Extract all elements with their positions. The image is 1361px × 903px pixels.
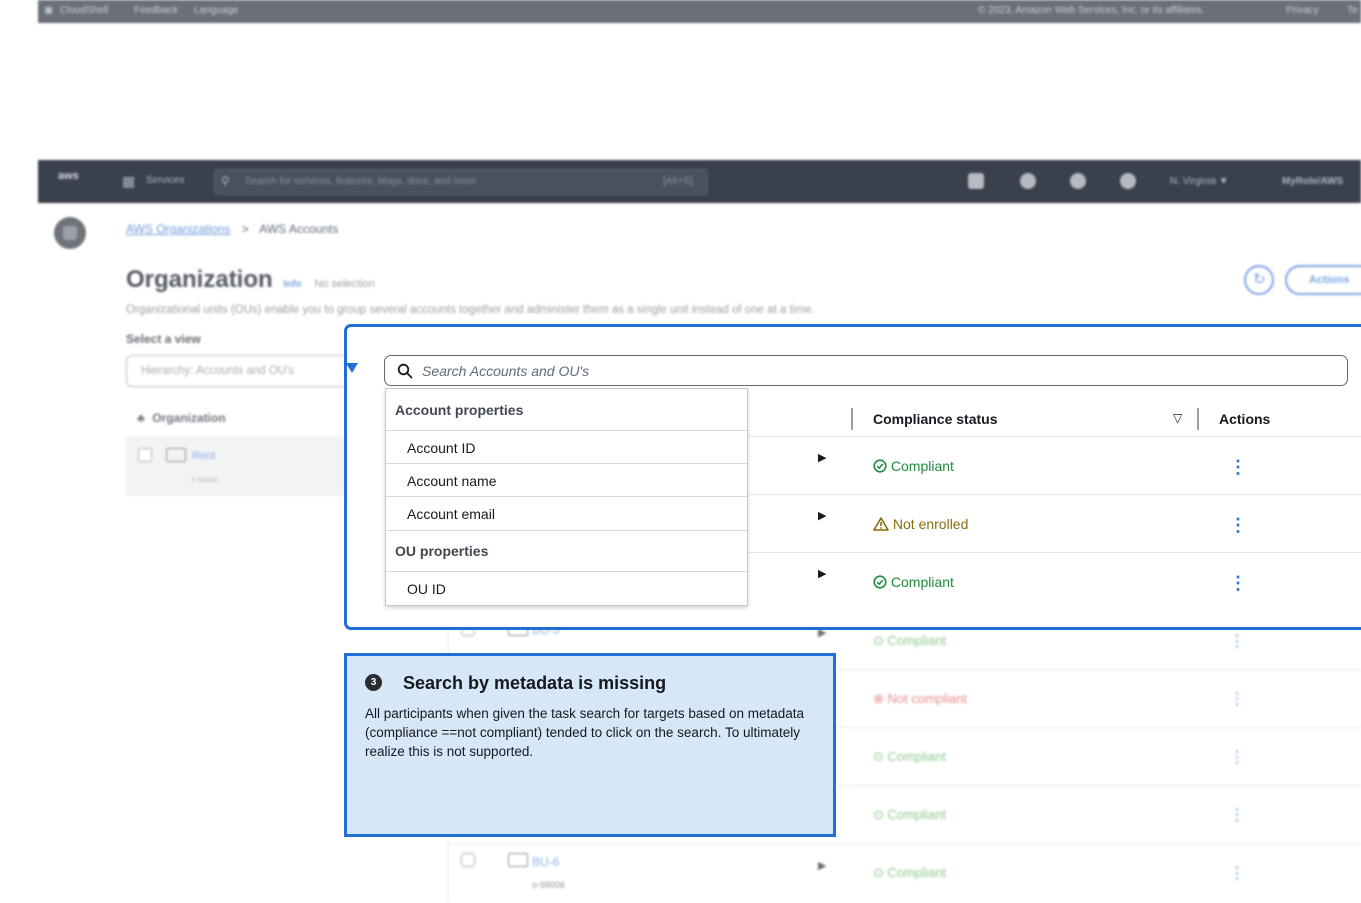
aws-logo[interactable]: aws	[58, 170, 79, 182]
refresh-icon: ↻	[1253, 271, 1266, 288]
finding-title: Search by metadata is missing	[403, 673, 667, 693]
finding-body: All participants when given the task sea…	[365, 706, 805, 759]
ou-link[interactable]: BU-6	[532, 855, 559, 869]
feedback-link[interactable]: Feedback	[134, 5, 178, 16]
breadcrumb: AWS Organizations > AWS Accounts	[126, 222, 339, 236]
view-select[interactable]: Hierarchy: Accounts and OU's	[126, 355, 374, 387]
services-menu[interactable]: Services	[146, 175, 184, 186]
status-badge: ⊙ Compliant	[873, 633, 947, 648]
finding-number-badge: 3	[365, 674, 382, 691]
status-badge: ⊙ Compliant	[873, 807, 947, 822]
row-actions-icon[interactable]: ⋮	[1229, 805, 1245, 825]
info-link[interactable]: Info	[283, 279, 301, 290]
ou-id: o-99006	[532, 880, 566, 890]
row-actions-icon[interactable]: ⋮	[1229, 747, 1245, 767]
breadcrumb-organizations[interactable]: AWS Organizations	[126, 222, 230, 236]
language-link[interactable]: Language	[194, 5, 239, 16]
root-id: r-xxxxx	[192, 475, 218, 484]
help-icon[interactable]	[1070, 173, 1086, 189]
cloudshell-nav-icon[interactable]	[968, 173, 984, 189]
settings-icon[interactable]	[1120, 173, 1136, 189]
side-nav-toggle[interactable]	[54, 217, 86, 249]
folder-icon	[508, 853, 528, 867]
console-footer: ▣ CloudShell Feedback Language © 2023, A…	[38, 0, 1361, 23]
highlight-frame	[344, 324, 1361, 630]
root-link[interactable]: Root	[192, 450, 215, 462]
status-badge: ⊙ Compliant	[873, 749, 947, 764]
row-checkbox[interactable]	[461, 853, 475, 867]
status-badge: ⊙ Compliant	[873, 865, 947, 880]
breadcrumb-current: AWS Accounts	[259, 222, 339, 236]
account-menu[interactable]: MyRole/AWS	[1282, 176, 1343, 187]
expand-icon[interactable]: ▶	[818, 859, 826, 872]
global-search-input[interactable]: ⚲ Search for services, features, blogs, …	[214, 169, 708, 195]
row-actions-icon[interactable]: ⋮	[1229, 689, 1245, 709]
finding-callout: 3 Search by metadata is missing All part…	[344, 653, 836, 837]
page-title: Organization Info No selection	[126, 266, 375, 293]
actions-button[interactable]: Actions	[1285, 265, 1361, 295]
row-actions-icon[interactable]: ⋮	[1229, 863, 1245, 883]
refresh-button[interactable]: ↻	[1244, 265, 1274, 295]
tree-header: ♣ Organization	[137, 411, 226, 425]
terms-link[interactable]: Te	[1347, 5, 1358, 16]
region-selector[interactable]: N. Virginia ▼	[1170, 176, 1229, 187]
services-grid-icon[interactable]: ▦	[122, 173, 135, 190]
cloudshell-link[interactable]: CloudShell	[60, 5, 108, 16]
page-description: Organizational units (OUs) enable you to…	[126, 304, 815, 316]
row-divider	[448, 843, 1361, 844]
cloudshell-icon[interactable]: ▣	[44, 5, 53, 16]
bell-icon[interactable]	[1020, 173, 1036, 189]
status-badge: ⊗ Not compliant	[873, 691, 967, 706]
org-tree-icon: ♣	[137, 411, 145, 425]
folder-icon	[166, 448, 186, 462]
console-nav: aws ▦ Services ⚲ Search for services, fe…	[38, 160, 1361, 203]
select-view-label: Select a view	[126, 332, 201, 346]
search-icon: ⚲	[221, 174, 230, 188]
copyright-text: © 2023, Amazon Web Services, Inc. or its…	[978, 5, 1205, 16]
root-checkbox[interactable]	[138, 448, 152, 462]
selection-label: No selection	[314, 278, 375, 290]
privacy-link[interactable]: Privacy	[1286, 5, 1319, 16]
row-actions-icon[interactable]: ⋮	[1229, 631, 1245, 651]
